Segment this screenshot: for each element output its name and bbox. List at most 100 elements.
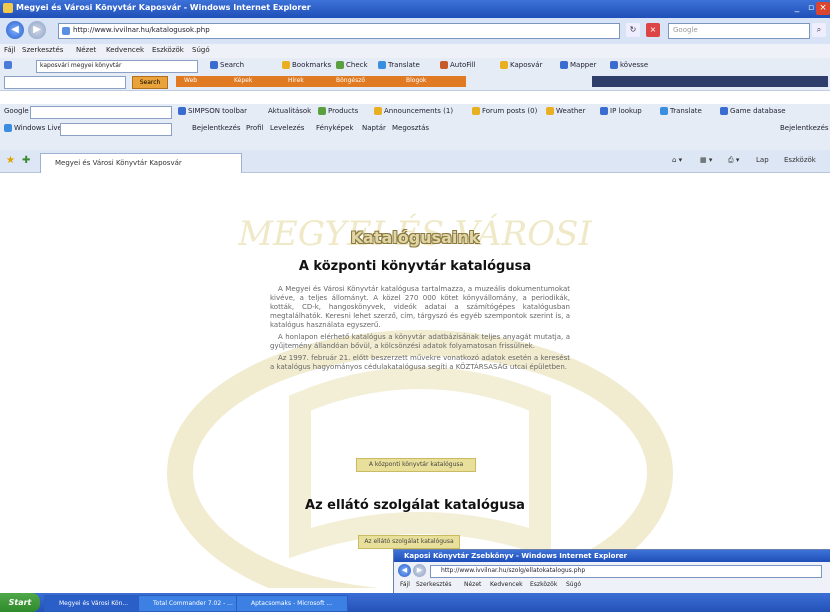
address-url: http://www.ivvilnar.hu/katalogusok.php — [73, 26, 210, 34]
close-icon[interactable]: × — [816, 2, 830, 15]
toolbar2-tab-blogs[interactable]: Blogok — [406, 77, 426, 84]
popup-title: Kaposi Könyvtár Zsebkönyv - Windows Inte… — [404, 552, 628, 560]
toolbar3-label: Google — [4, 107, 29, 115]
print-icon[interactable]: ⎙ ▾ — [728, 156, 739, 165]
popup-window[interactable]: Kaposi Könyvtár Zsebkönyv - Windows Inte… — [393, 549, 830, 595]
popup-menu-view[interactable]: Nézet — [464, 581, 481, 588]
popup-menu-tools[interactable]: Eszközök — [530, 581, 557, 588]
address-bar[interactable]: http://www.ivvilnar.hu/katalogusok.php — [58, 23, 620, 39]
toolbar3-translate[interactable]: Translate — [660, 107, 702, 115]
task-total-commander[interactable]: Total Commander 7.02 - ... — [138, 595, 246, 612]
toolbar3-input[interactable] — [30, 106, 172, 119]
page-icon — [62, 27, 70, 35]
windows-live-signin[interactable]: Bejelentkezés — [192, 124, 241, 132]
google-toolbar: kaposvári megyei könyvtár Search Bookmar… — [0, 58, 830, 75]
windows-live-calendar[interactable]: Naptár — [362, 124, 386, 132]
popup-menu-edit[interactable]: Szerkesztés — [416, 581, 452, 588]
central-catalog-heading: A központi könyvtár katalógusa — [298, 259, 532, 274]
search-icon[interactable]: ⌕ — [812, 23, 826, 37]
favorites-star-icon[interactable]: ★ — [6, 155, 15, 166]
feeds-icon[interactable]: ▦ ▾ — [700, 156, 712, 164]
toolbar2-tab-news[interactable]: Hírek — [288, 77, 304, 84]
toolbar3-gamedb[interactable]: Game database — [720, 107, 786, 115]
tab-tools-menu[interactable]: Eszközök — [784, 156, 816, 164]
task-word[interactable]: Aptacsomaks - Microsoft ... — [236, 595, 348, 612]
tab-bar: ★ ✚ Megyei és Városi Könyvtár Kaposvár ⌂… — [0, 150, 830, 173]
toolbar1-bookmarks[interactable]: Bookmarks — [282, 61, 331, 69]
page-content: MEGYEI ÉS VÁROSI Katalógusaink A központ… — [0, 173, 830, 588]
ie-icon — [3, 3, 13, 13]
toolbar3-products[interactable]: Products — [318, 107, 358, 115]
popup-menu-file[interactable]: Fájl — [400, 581, 410, 588]
search-input[interactable]: Google — [668, 23, 810, 39]
menu-edit[interactable]: Szerkesztés — [22, 46, 63, 54]
popup-menu-favorites[interactable]: Kedvencek — [490, 581, 523, 588]
windows-live-toolbar: Windows Live Bejelentkezés Profil Levele… — [0, 121, 830, 138]
toolbar2-search-button[interactable]: Search — [132, 76, 168, 89]
page-logo-title: Katalógusaink — [350, 228, 480, 247]
popup-back-button[interactable]: ◀ — [398, 564, 411, 577]
address-toolbar: ◀ ▶ http://www.ivvilnar.hu/katalogusok.p… — [0, 18, 830, 45]
central-catalog-button[interactable]: A központi könyvtár katalógusa — [356, 458, 476, 472]
windows-live-share[interactable]: Megosztás — [392, 124, 429, 132]
tab-page-menu[interactable]: Lap — [756, 156, 769, 164]
toolbar3-announcements[interactable]: Announcements (1) — [374, 107, 453, 115]
toolbar1-check[interactable]: Check — [336, 61, 368, 69]
task-ie[interactable]: Megyei és Városi Kön... — [44, 595, 148, 612]
toolbar3-iplookup[interactable]: IP lookup — [600, 107, 642, 115]
add-favorite-icon[interactable]: ✚ — [22, 155, 30, 166]
toolbar1-autofill[interactable]: AutoFill — [440, 61, 476, 69]
toolbar-spacer — [0, 137, 830, 150]
windows-live-input[interactable] — [60, 123, 172, 136]
paragraph-1: A Megyei és Városi Könyvtár katalógusa t… — [270, 285, 570, 329]
menu-bar: Fájl Szerkesztés Nézet Kedvencek Eszközö… — [0, 44, 830, 58]
toolbar2-tab-images[interactable]: Képek — [234, 77, 252, 84]
popup-forward-button[interactable]: ▶ — [413, 564, 426, 577]
stop-icon[interactable]: × — [646, 23, 660, 37]
paragraph-2: A honlapon elérhető katalógus a könyvtár… — [270, 333, 570, 350]
popup-address-bar[interactable]: http://www.ivvilnar.hu/szolg/ellatokatal… — [430, 565, 822, 578]
toolbar1-follow[interactable]: kövesse — [610, 61, 648, 69]
search-placeholder: Google — [673, 26, 698, 34]
tab-current-label: Megyei és Városi Könyvtár Kaposvár — [55, 159, 182, 167]
menu-tools[interactable]: Eszközök — [152, 46, 184, 54]
menu-view[interactable]: Nézet — [76, 46, 96, 54]
windows-live-mail[interactable]: Levelezés — [270, 124, 304, 132]
home-icon[interactable]: ⌂ ▾ — [672, 156, 682, 164]
menu-favorites[interactable]: Kedvencek — [106, 46, 144, 54]
popup-titlebar[interactable]: Kaposi Könyvtár Zsebkönyv - Windows Inte… — [394, 550, 830, 562]
toolbar1-mapper[interactable]: Mapper — [560, 61, 596, 69]
back-button[interactable]: ◀ — [6, 21, 24, 39]
refresh-icon[interactable]: ↻ — [626, 23, 640, 37]
service-catalog-heading: Az ellátó szolgálat katalógusa — [305, 498, 525, 513]
window-title: Megyei és Városi Könyvtár Kaposvár - Win… — [16, 3, 311, 12]
toolbar1-search[interactable]: Search — [210, 61, 244, 69]
toolbar3-weather[interactable]: Weather — [546, 107, 585, 115]
toolbar2-tab-web[interactable]: Web — [184, 77, 197, 84]
menu-file[interactable]: Fájl — [4, 46, 16, 54]
menu-help[interactable]: Súgó — [192, 46, 210, 54]
toolbar3-forum[interactable]: Forum posts (0) — [472, 107, 537, 115]
toolbar3-simpson[interactable]: SIMPSON toolbar — [178, 107, 247, 115]
paragraph-3: Az 1997. február 21. előtt beszerzett mű… — [270, 354, 570, 371]
start-button[interactable]: Start — [0, 593, 40, 612]
google-logo — [4, 61, 14, 69]
links-toolbar: Google SIMPSON toolbar Aktualitások Prod… — [0, 104, 830, 122]
toolbar2-input[interactable] — [4, 76, 126, 89]
toolbar2-orange-strip: Web Képek Hírek Böngésző Blogok — [176, 76, 466, 87]
google-search-field[interactable]: kaposvári megyei könyvtár — [36, 60, 198, 73]
forward-button[interactable]: ▶ — [28, 21, 46, 39]
service-catalog-button[interactable]: Az ellátó szolgálat katalógusa — [358, 535, 460, 549]
toolbar1-translate[interactable]: Translate — [378, 61, 420, 69]
popup-menu-help[interactable]: Súgó — [566, 581, 581, 588]
windows-live-profile[interactable]: Profil — [246, 124, 263, 132]
tab-current[interactable]: Megyei és Városi Könyvtár Kaposvár — [40, 153, 242, 173]
taskbar: Start Megyei és Városi Kön... Total Comm… — [0, 593, 830, 612]
minimize-icon[interactable]: _ — [790, 2, 804, 15]
window-titlebar[interactable]: Megyei és Városi Könyvtár Kaposvár - Win… — [0, 0, 830, 18]
windows-live-signin-right[interactable]: Bejelentkezés — [780, 124, 829, 132]
toolbar3-aktualitasok[interactable]: Aktualitások — [268, 107, 311, 115]
toolbar2-tab-browser[interactable]: Böngésző — [336, 77, 365, 84]
toolbar1-kaposvar[interactable]: Kaposvár — [500, 61, 542, 69]
windows-live-photos[interactable]: Fényképek — [316, 124, 353, 132]
